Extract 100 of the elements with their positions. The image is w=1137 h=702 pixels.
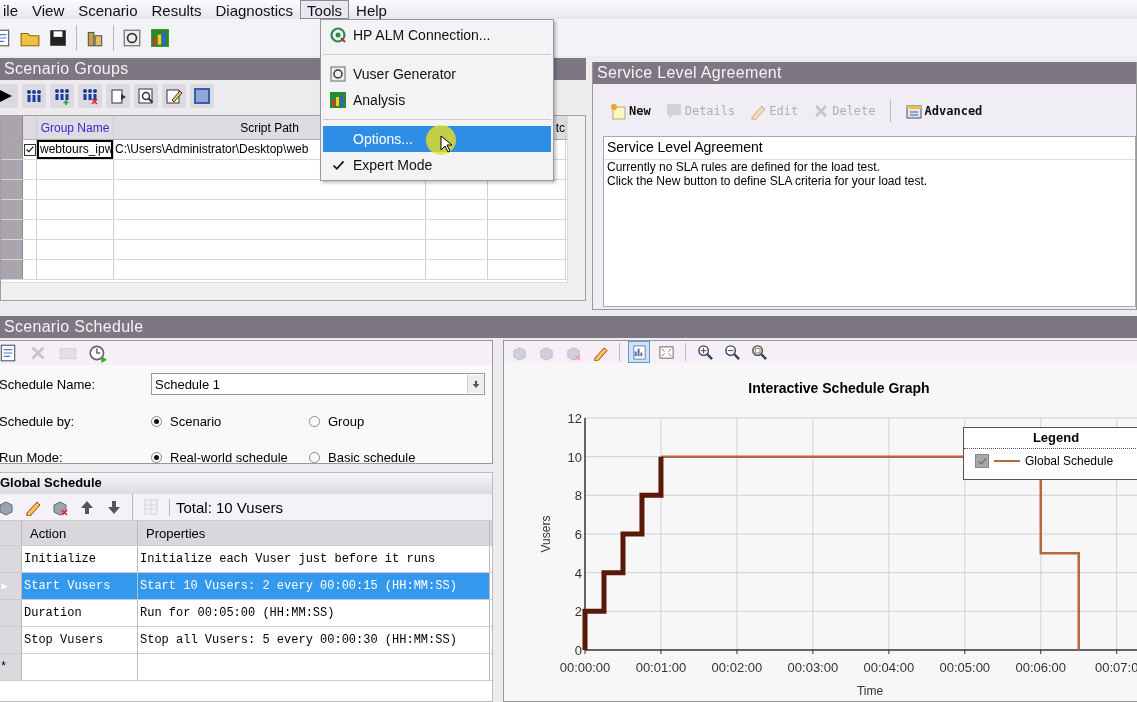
row-header bbox=[1, 240, 23, 259]
table-cell[interactable]: Initialize bbox=[22, 546, 138, 572]
tile-button[interactable] bbox=[190, 83, 214, 108]
table-cell-text: C:\Users\Administrator\Desktop\web bbox=[114, 141, 310, 158]
axis-tick-label: 00:00:00 bbox=[559, 660, 611, 675]
radio-label[interactable]: Real-world schedule bbox=[170, 449, 288, 465]
message-text: Currently no SLA rules are defined for the load test. bbox=[606, 160, 881, 174]
add-people-button[interactable] bbox=[50, 83, 74, 108]
magnifier-icon bbox=[137, 86, 155, 105]
total-count: Total: 10 Vusers bbox=[169, 498, 283, 516]
table-cell[interactable]: Duration bbox=[22, 600, 138, 626]
magnifier-button[interactable] bbox=[134, 83, 158, 108]
checkbox[interactable] bbox=[23, 143, 36, 156]
radio-button[interactable] bbox=[309, 451, 320, 463]
new-row-marker: * bbox=[0, 654, 22, 680]
section-heading: Service Level Agreement bbox=[604, 137, 1135, 160]
chart-view-button[interactable] bbox=[628, 341, 650, 363]
field-label: Schedule Name: bbox=[0, 376, 97, 392]
toolbar-button[interactable]: Advanced bbox=[904, 102, 983, 120]
zoom-in-icon bbox=[696, 343, 714, 361]
radio-button[interactable] bbox=[151, 451, 162, 463]
panel-title: Service Level Agreement bbox=[593, 62, 1136, 84]
remove-people-button[interactable] bbox=[78, 83, 102, 108]
menu-item[interactable]: Expert Mode bbox=[323, 152, 551, 178]
clock-icon[interactable] bbox=[88, 343, 108, 363]
radio-button[interactable] bbox=[309, 415, 320, 427]
axis-tick-label: 10 bbox=[567, 449, 582, 465]
field-label: Run Mode: bbox=[0, 449, 64, 465]
table-cell[interactable]: Stop all Vusers: 5 every 00:00:30 (HH:MM:SS) bbox=[138, 627, 490, 653]
mouse-pointer-icon bbox=[425, 124, 457, 156]
axis-tick-label: 0 bbox=[574, 643, 582, 658]
row-header bbox=[1, 180, 23, 199]
legend-title: Legend bbox=[964, 428, 1137, 449]
field-label: Schedule by: bbox=[0, 413, 76, 429]
menu-item[interactable]: View bbox=[25, 0, 72, 19]
column-header[interactable]: Group Name bbox=[37, 116, 114, 139]
vertical-scrollbar[interactable] bbox=[567, 116, 585, 283]
toolbar-button[interactable]: New bbox=[609, 102, 651, 120]
axis-title: Vusers bbox=[539, 515, 553, 553]
form-icon bbox=[904, 102, 923, 120]
new-document-icon[interactable] bbox=[0, 343, 18, 363]
axis-tick-label: 12 bbox=[567, 411, 582, 426]
chart-view-icon bbox=[630, 343, 648, 361]
axis-tick-label: 00:03:00 bbox=[787, 660, 839, 675]
axis-tick-label: 00:07:0 bbox=[1095, 660, 1137, 675]
axis-tick-label: 8 bbox=[574, 488, 582, 504]
table-cell[interactable]: Initialize each Vuser just before it runs bbox=[138, 546, 490, 572]
people-button[interactable] bbox=[22, 83, 46, 108]
radio-label[interactable]: Group bbox=[328, 413, 365, 429]
document-arrow-icon bbox=[109, 86, 127, 105]
edit-document-icon bbox=[165, 86, 183, 105]
menu-item[interactable]: Analysis bbox=[323, 87, 551, 113]
dial-icon bbox=[329, 65, 347, 83]
row-pointer-icon bbox=[0, 581, 9, 591]
table-cell[interactable]: Stop Vusers bbox=[22, 627, 138, 653]
table-cell[interactable]: Run for 00:05:00 (HH:MM:SS) bbox=[138, 600, 490, 626]
row-header bbox=[1, 220, 23, 239]
menu-item[interactable]: Results bbox=[144, 0, 209, 19]
zoom-reset-icon bbox=[750, 343, 768, 361]
axis-tick-label: 00:05:00 bbox=[939, 660, 991, 675]
column-header[interactable]: Action bbox=[22, 521, 138, 545]
radio-label[interactable]: Scenario bbox=[170, 413, 222, 429]
row-header bbox=[1, 260, 23, 279]
menu-item[interactable]: Diagnostics bbox=[208, 0, 301, 19]
down-arrow-icon[interactable] bbox=[105, 498, 123, 516]
add-people-icon bbox=[53, 86, 71, 105]
message-text: Click the New button to define SLA criteria for your load test. bbox=[606, 174, 929, 188]
schedule-line[interactable] bbox=[582, 456, 664, 650]
menu-item[interactable]: HP ALM Connection... bbox=[323, 22, 551, 48]
checkbox[interactable] bbox=[975, 454, 989, 468]
tile-icon bbox=[193, 86, 211, 105]
axis-tick-label: 00:06:00 bbox=[1015, 660, 1067, 675]
axis-tick-label: 00:01:00 bbox=[635, 660, 687, 675]
horizontal-scrollbar[interactable] bbox=[1, 282, 585, 300]
table-cell: webtours_ipw bbox=[37, 140, 113, 159]
menu-item[interactable]: Help bbox=[349, 0, 394, 19]
save-icon[interactable] bbox=[48, 27, 68, 48]
section-title: Global Schedule bbox=[0, 473, 492, 493]
play-button[interactable] bbox=[0, 83, 18, 108]
bar-chart-icon[interactable] bbox=[150, 27, 170, 48]
legend-line bbox=[994, 460, 1020, 462]
schedule-dropdown[interactable]: Schedule 1 bbox=[151, 373, 485, 395]
legend-label: Global Schedule bbox=[1025, 454, 1114, 468]
menu-item[interactable]: ile bbox=[0, 0, 25, 19]
speech-bubble-icon bbox=[664, 102, 683, 120]
row-header bbox=[1, 200, 23, 219]
column-header[interactable]: Properties bbox=[138, 521, 490, 545]
radio-button[interactable] bbox=[151, 415, 162, 427]
panel-title: Scenario Schedule bbox=[0, 316, 1137, 338]
document-arrow-button[interactable] bbox=[106, 83, 130, 108]
edit-document-button[interactable] bbox=[162, 83, 186, 108]
radio-label[interactable]: Basic schedule bbox=[328, 449, 416, 465]
axis-tick-label: 00:04:00 bbox=[863, 660, 915, 675]
dial-icon[interactable] bbox=[122, 27, 142, 48]
chart-title: Interactive Schedule Graph bbox=[748, 380, 930, 396]
menu-item[interactable]: Scenario bbox=[71, 0, 145, 19]
menu-item[interactable]: Tools bbox=[300, 0, 350, 19]
caret-icon bbox=[471, 379, 481, 389]
axis-tick-label: 2 bbox=[574, 604, 582, 620]
target-icon bbox=[329, 26, 347, 44]
